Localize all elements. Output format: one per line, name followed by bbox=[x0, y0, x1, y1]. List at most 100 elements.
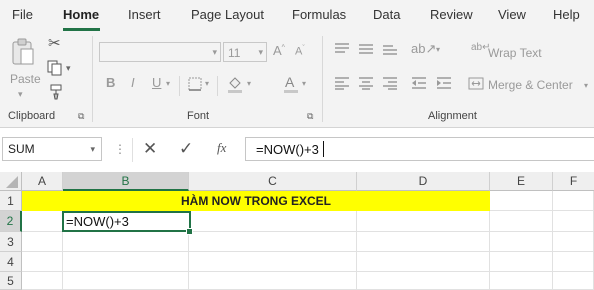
copy-dropdown-icon[interactable]: ▾ bbox=[66, 64, 71, 73]
cell-e5[interactable] bbox=[490, 272, 553, 290]
merge-center-dropdown-icon[interactable]: ▾ bbox=[584, 82, 588, 90]
cell-e1[interactable] bbox=[490, 191, 553, 211]
cell-f4[interactable] bbox=[553, 252, 594, 272]
formula-input[interactable]: =NOW()+3 bbox=[245, 137, 594, 161]
copy-icon[interactable] bbox=[47, 60, 63, 76]
borders-icon[interactable] bbox=[188, 77, 202, 91]
cell-c3[interactable] bbox=[189, 232, 357, 252]
row-header-1[interactable]: 1 bbox=[0, 191, 22, 211]
column-header-b[interactable]: B bbox=[63, 172, 189, 191]
cell-e2[interactable] bbox=[490, 211, 553, 232]
increase-font-icon[interactable]: A^ bbox=[273, 44, 285, 57]
tab-insert[interactable]: Insert bbox=[128, 7, 161, 22]
font-name-dropdown-icon[interactable]: ▾ bbox=[212, 47, 217, 58]
merge-center-icon[interactable] bbox=[468, 77, 484, 90]
insert-function-icon[interactable]: fx bbox=[217, 141, 226, 154]
name-box-dropdown-icon[interactable]: ▾ bbox=[90, 144, 95, 155]
bold-icon[interactable]: B bbox=[106, 76, 115, 89]
tab-home[interactable]: Home bbox=[63, 7, 99, 22]
paste-label[interactable]: Paste bbox=[10, 72, 41, 86]
row-header-2[interactable]: 2 bbox=[0, 211, 22, 232]
group-divider bbox=[92, 36, 93, 122]
column-header-c[interactable]: C bbox=[189, 172, 357, 191]
tab-data[interactable]: Data bbox=[373, 7, 400, 22]
tab-view[interactable]: View bbox=[498, 7, 526, 22]
font-size-value: 11 bbox=[228, 46, 241, 60]
cell-d4[interactable] bbox=[357, 252, 490, 272]
tab-formulas[interactable]: Formulas bbox=[292, 7, 346, 22]
cell-f2[interactable] bbox=[553, 211, 594, 232]
align-left-icon[interactable] bbox=[334, 76, 350, 90]
column-header-d[interactable]: D bbox=[357, 172, 490, 191]
font-size-dropdown-icon[interactable]: ▾ bbox=[258, 47, 263, 58]
tab-page-layout[interactable]: Page Layout bbox=[191, 7, 264, 22]
fill-color-dropdown-icon[interactable]: ▾ bbox=[247, 80, 251, 88]
cell-b4[interactable] bbox=[63, 252, 189, 272]
cell-f5[interactable] bbox=[553, 272, 594, 290]
wrap-text-label[interactable]: Wrap Text bbox=[488, 46, 542, 60]
font-size-box[interactable]: 11 ▾ bbox=[223, 42, 267, 62]
cell-b3[interactable] bbox=[63, 232, 189, 252]
cell-a2[interactable] bbox=[22, 211, 63, 232]
cell-c5[interactable] bbox=[189, 272, 357, 290]
cell-b5[interactable] bbox=[63, 272, 189, 290]
cell-d5[interactable] bbox=[357, 272, 490, 290]
decrease-font-icon[interactable]: Aˇ bbox=[295, 45, 305, 58]
cancel-icon[interactable]: ✕ bbox=[143, 140, 157, 157]
orientation-dropdown-icon[interactable]: ▾ bbox=[436, 46, 440, 54]
cell-e3[interactable] bbox=[490, 232, 553, 252]
cell-f3[interactable] bbox=[553, 232, 594, 252]
worksheet-grid: A B C D E F 1 2 3 4 5 HÀM NOW TRONG EXCE… bbox=[0, 172, 594, 290]
align-center-icon[interactable] bbox=[358, 76, 374, 90]
clipboard-launcher-icon[interactable]: ⧉ bbox=[78, 112, 84, 121]
fill-handle[interactable] bbox=[186, 228, 193, 235]
cell-c2[interactable] bbox=[189, 211, 357, 232]
font-launcher-icon[interactable]: ⧉ bbox=[307, 112, 313, 121]
row-header-4[interactable]: 4 bbox=[0, 252, 22, 272]
paste-dropdown-icon[interactable]: ▾ bbox=[18, 90, 23, 99]
tab-file[interactable]: File bbox=[12, 7, 33, 22]
underline-icon[interactable]: U bbox=[152, 76, 161, 89]
splitter-dots-icon[interactable]: ⋮ bbox=[114, 143, 126, 155]
align-bottom-icon[interactable] bbox=[382, 42, 398, 56]
paste-icon[interactable] bbox=[10, 38, 36, 68]
increase-indent-icon[interactable] bbox=[436, 76, 452, 90]
underline-dropdown-icon[interactable]: ▾ bbox=[166, 80, 170, 88]
cut-icon[interactable]: ✂ bbox=[48, 36, 61, 51]
cell-a4[interactable] bbox=[22, 252, 63, 272]
select-all-corner[interactable] bbox=[0, 172, 22, 191]
cell-e4[interactable] bbox=[490, 252, 553, 272]
cell-a5[interactable] bbox=[22, 272, 63, 290]
column-header-a[interactable]: A bbox=[22, 172, 63, 191]
cell-f1[interactable] bbox=[553, 191, 594, 211]
row-header-5[interactable]: 5 bbox=[0, 272, 22, 290]
cell-d3[interactable] bbox=[357, 232, 490, 252]
align-right-icon[interactable] bbox=[382, 76, 398, 90]
fill-color-icon[interactable] bbox=[226, 75, 244, 93]
font-color-dropdown-icon[interactable]: ▾ bbox=[302, 80, 306, 88]
cell-a3[interactable] bbox=[22, 232, 63, 252]
decrease-indent-icon[interactable] bbox=[411, 76, 427, 90]
align-top-icon[interactable] bbox=[334, 42, 350, 56]
align-middle-icon[interactable] bbox=[358, 42, 374, 56]
cell-d2[interactable] bbox=[357, 211, 490, 232]
name-box-value: SUM bbox=[8, 142, 35, 156]
font-color-icon[interactable]: A bbox=[283, 74, 299, 94]
cell-c4[interactable] bbox=[189, 252, 357, 272]
orientation-icon[interactable]: ab↗ bbox=[411, 42, 436, 55]
tab-help[interactable]: Help bbox=[553, 7, 580, 22]
name-box[interactable]: SUM ▾ bbox=[2, 137, 102, 161]
clipboard-group-label: Clipboard bbox=[8, 110, 56, 122]
enter-icon[interactable]: ✓ bbox=[179, 140, 193, 157]
merge-center-label[interactable]: Merge & Center bbox=[488, 78, 573, 92]
column-header-f[interactable]: F bbox=[553, 172, 594, 191]
column-header-e[interactable]: E bbox=[490, 172, 553, 191]
font-name-box[interactable]: ▾ bbox=[99, 42, 221, 62]
row-header-3[interactable]: 3 bbox=[0, 232, 22, 252]
format-painter-icon[interactable] bbox=[48, 84, 64, 100]
title-banner-cell[interactable]: HÀM NOW TRONG EXCEL bbox=[22, 191, 490, 211]
active-cell-b2[interactable]: =NOW()+3 bbox=[62, 211, 191, 232]
italic-icon[interactable]: I bbox=[131, 76, 135, 89]
tab-review[interactable]: Review bbox=[430, 7, 473, 22]
borders-dropdown-icon[interactable]: ▾ bbox=[205, 80, 209, 88]
